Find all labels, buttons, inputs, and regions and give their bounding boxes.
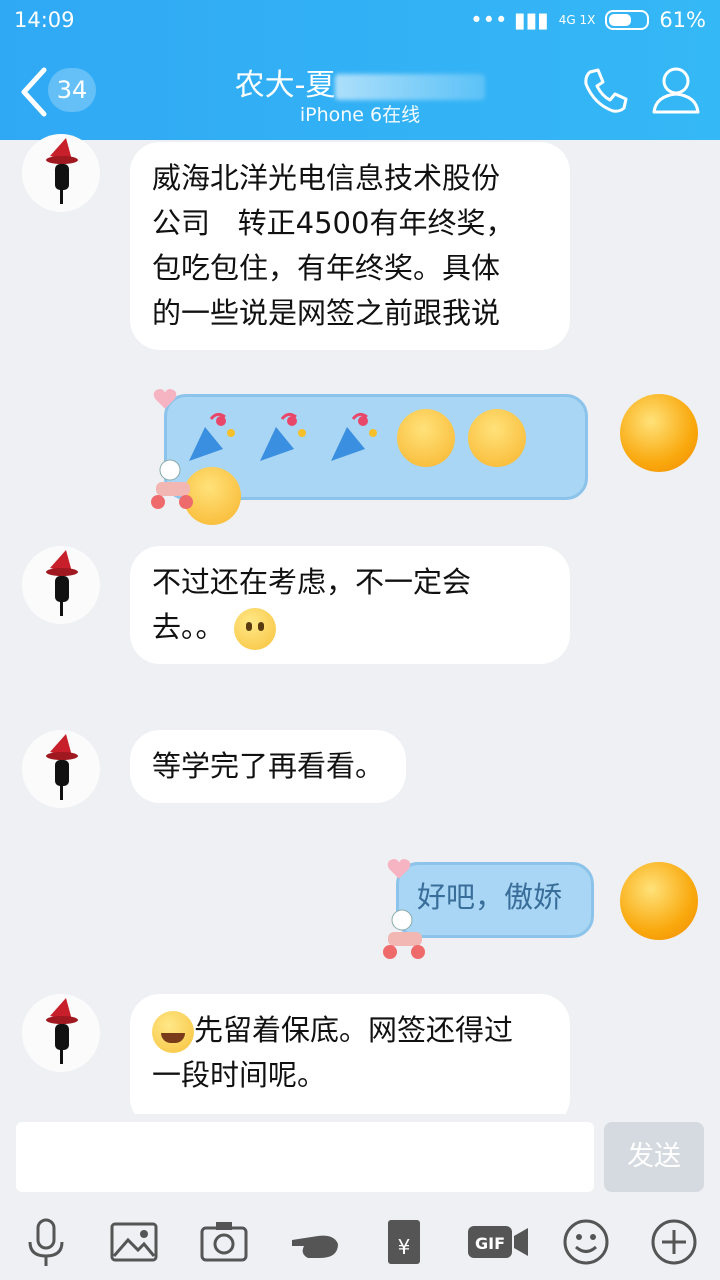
message-line: 公司 转正4500有年终奖， bbox=[152, 206, 515, 240]
scooter-penguin-decoration bbox=[383, 909, 425, 959]
svg-text:¥: ¥ bbox=[398, 1235, 411, 1259]
message-line: 一段时间呢。 bbox=[152, 1058, 327, 1092]
message-bubble[interactable]: 威海北洋光电信息技术股份 公司 转正4500有年终奖， 包吃包住，有年终奖。具体… bbox=[130, 142, 570, 350]
party-popper-icon bbox=[260, 412, 307, 461]
input-bar: 发送 ¥ GIF bbox=[0, 1114, 720, 1280]
shy-face-icon bbox=[396, 409, 455, 467]
message-bubble[interactable]: 先留着保底。网签还得过 一段时间呢。 bbox=[130, 994, 570, 1128]
status-bar: 14:09 ••• ▮▮▮ 4G 1X 61% bbox=[0, 0, 720, 42]
contact-avatar[interactable] bbox=[22, 134, 100, 212]
redacted-name bbox=[335, 73, 486, 100]
message-input[interactable] bbox=[16, 1122, 594, 1192]
message-line: 好吧，傲娇 bbox=[417, 880, 563, 914]
message-line: 包吃包住，有年终奖。具体 bbox=[152, 251, 501, 285]
party-popper-icon bbox=[331, 412, 378, 461]
message-line: 威海北洋光电信息技术股份 bbox=[152, 161, 501, 195]
status-time: 14:09 bbox=[14, 8, 75, 32]
message-bubble[interactable]: 不过还在考虑，不一定会 去。。 bbox=[130, 546, 570, 664]
my-avatar[interactable] bbox=[620, 862, 698, 940]
camera-icon[interactable] bbox=[196, 1214, 252, 1270]
plus-icon[interactable] bbox=[646, 1214, 702, 1270]
message-line: 不过还在考虑，不一定会 bbox=[152, 565, 472, 599]
contact-avatar[interactable] bbox=[22, 730, 100, 808]
poke-icon[interactable] bbox=[288, 1214, 344, 1270]
heart-balloon-decoration bbox=[153, 389, 177, 409]
gif-icon[interactable]: GIF bbox=[464, 1214, 534, 1270]
emoji-icon[interactable] bbox=[558, 1214, 614, 1270]
message-line: 去。。 bbox=[152, 610, 225, 644]
svg-text:GIF: GIF bbox=[475, 1234, 505, 1253]
my-avatar[interactable] bbox=[620, 394, 698, 472]
signal-icon: ••• ▮▮▮ bbox=[470, 8, 549, 32]
message-line: 等学完了再看看。 bbox=[152, 749, 385, 783]
contact-name: 农大-夏 bbox=[234, 68, 336, 103]
phone-icon[interactable] bbox=[580, 66, 630, 116]
message-line: 先留着保底。网签还得过 bbox=[194, 1013, 514, 1047]
microphone-icon[interactable] bbox=[18, 1214, 74, 1270]
send-button[interactable]: 发送 bbox=[604, 1122, 704, 1192]
chat-header: 14:09 ••• ▮▮▮ 4G 1X 61% 34 农大-夏 iPhone 6… bbox=[0, 0, 720, 140]
scooter-penguin-decoration bbox=[151, 459, 193, 509]
hushed-face-icon bbox=[233, 608, 276, 650]
red-packet-icon[interactable]: ¥ bbox=[376, 1214, 432, 1270]
contact-avatar[interactable] bbox=[22, 546, 100, 624]
network-type: 4G 1X bbox=[558, 13, 596, 27]
message-bubble[interactable]: 等学完了再看看。 bbox=[130, 730, 407, 803]
emoji-message-bubble[interactable] bbox=[164, 394, 588, 525]
heart-balloon-decoration bbox=[387, 859, 411, 879]
battery-percent: 61% bbox=[659, 8, 706, 32]
tears-of-joy-face-icon bbox=[152, 1011, 194, 1053]
message-line: 的一些说是网签之前跟我说 bbox=[152, 296, 501, 330]
profile-icon[interactable] bbox=[650, 64, 702, 116]
battery-icon bbox=[605, 10, 650, 30]
contact-avatar[interactable] bbox=[22, 994, 100, 1072]
image-icon[interactable] bbox=[106, 1214, 162, 1270]
shy-face-icon bbox=[467, 409, 526, 467]
